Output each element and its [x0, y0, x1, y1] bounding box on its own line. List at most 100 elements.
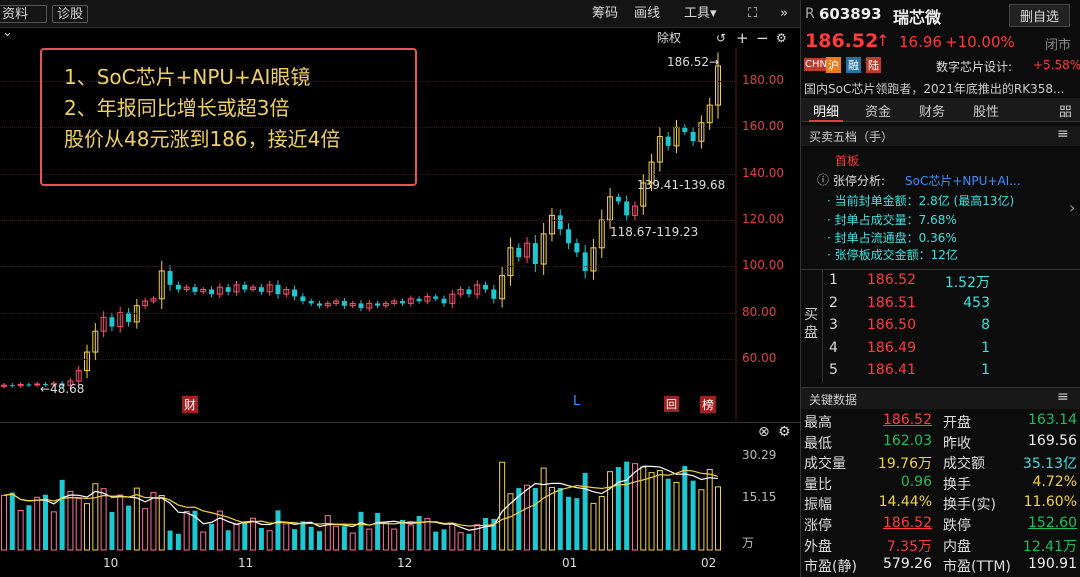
candle-body[interactable]	[109, 317, 115, 327]
financial-event-badge[interactable]: 财	[182, 396, 199, 413]
candle-body[interactable]	[358, 303, 364, 309]
detail-seal-float: · 封单占流通盘：0.36%	[827, 231, 957, 245]
bid-level[interactable]: 4	[829, 340, 838, 356]
candle-body[interactable]	[491, 289, 497, 299]
candle-body[interactable]	[292, 289, 298, 297]
candle-body[interactable]	[690, 131, 696, 142]
zoom-out-icon[interactable]: −	[756, 28, 769, 48]
volume-bar	[624, 461, 630, 550]
candle-body[interactable]	[300, 296, 306, 302]
l-event-badge[interactable]: L	[573, 394, 580, 409]
candle-body[interactable]	[400, 301, 406, 304]
candle-body[interactable]	[516, 247, 522, 258]
volume-bar	[524, 484, 531, 551]
volume-bar	[300, 521, 306, 550]
volume-bar	[698, 489, 705, 551]
grid-icon[interactable]: 㗊	[1059, 101, 1072, 120]
bid-level[interactable]: 3	[829, 317, 838, 333]
volume-bar	[324, 515, 331, 551]
bid-price[interactable]: 186.50	[867, 317, 916, 333]
news-ticker[interactable]: 国内SoC芯片领跑者，2021年底推出的RK358...	[804, 80, 1080, 97]
key-label: 最低	[804, 435, 832, 452]
candle-body[interactable]	[341, 301, 347, 306]
candle-body[interactable]	[242, 284, 248, 290]
buyback-event-badge[interactable]: 回	[664, 396, 679, 412]
tab-detail[interactable]: 明细	[809, 101, 844, 122]
candle-body[interactable]	[441, 298, 447, 304]
candle-body[interactable]	[466, 289, 472, 295]
diagnose-button[interactable]: 诊股	[52, 5, 89, 23]
collapse-icon[interactable]: »	[776, 5, 792, 23]
y-tick-label: 100.00	[742, 258, 784, 273]
candle-body[interactable]	[26, 384, 32, 386]
bid-price[interactable]: 186.41	[867, 362, 916, 378]
nav-chevron-icon[interactable]: ›	[1069, 198, 1075, 217]
volume-bar	[466, 533, 472, 550]
zoom-in-icon[interactable]: +	[736, 28, 749, 48]
x-label-nov: 11	[238, 556, 254, 570]
candle-body[interactable]	[192, 287, 198, 292]
bid-volume[interactable]: 1	[981, 362, 990, 378]
draw-line-button[interactable]: 画线	[630, 5, 664, 23]
sector-label[interactable]: 数字芯片设计:	[936, 58, 1012, 75]
info-tab[interactable]: 资料 ⌄	[0, 5, 47, 40]
candle-body[interactable]	[167, 270, 173, 285]
candle-body[interactable]	[308, 301, 314, 304]
volume-bar	[158, 495, 165, 551]
candle-body[interactable]	[615, 196, 621, 202]
candle-body[interactable]	[225, 287, 231, 292]
volume-bar	[84, 503, 91, 551]
candle-body[interactable]	[532, 243, 538, 265]
bid-volume[interactable]: 453	[963, 295, 990, 311]
candle-body[interactable]	[416, 298, 422, 302]
settings-icon[interactable]: ⚙	[776, 28, 787, 48]
chips-button[interactable]: 筹码	[588, 5, 622, 23]
candle-body[interactable]	[275, 284, 281, 295]
tab-capital[interactable]: 资金	[865, 101, 891, 120]
tab-stock-nature[interactable]: 股性	[973, 101, 999, 120]
bid-level[interactable]: 5	[829, 362, 838, 378]
y-tick-label: 60.00	[742, 351, 777, 365]
adjust-button[interactable]: 除权	[657, 28, 681, 48]
rank-event-badge[interactable]: 榜	[700, 396, 717, 413]
candle-body[interactable]	[175, 284, 181, 290]
bid-level[interactable]: 2	[829, 295, 838, 311]
bid-volume[interactable]: 1.52万	[945, 272, 990, 292]
candle-body[interactable]	[624, 201, 630, 216]
orderbook-menu-icon[interactable]: ≡	[1057, 126, 1069, 142]
candle-body[interactable]	[574, 243, 580, 253]
candle-body[interactable]	[9, 385, 15, 387]
candle-body[interactable]	[126, 312, 132, 322]
bid-level[interactable]: 1	[829, 272, 838, 288]
bid-price[interactable]: 186.52	[867, 272, 916, 288]
candle-body[interactable]	[34, 383, 41, 386]
candle-body[interactable]	[433, 296, 439, 299]
expand-icon[interactable]: ⛶	[744, 5, 761, 23]
candle-body[interactable]	[582, 252, 588, 271]
keydata-menu-icon[interactable]: ≡	[1057, 389, 1069, 405]
bid-volume[interactable]: 1	[981, 340, 990, 356]
volume-bar	[424, 518, 431, 551]
candle-body[interactable]	[258, 287, 264, 292]
candle-body[interactable]	[557, 215, 563, 230]
bid-volume[interactable]: 8	[981, 317, 990, 333]
volume-chart[interactable]: ⊗ ⚙ 30.29 15.15 万 10 11 12 01 02	[0, 422, 800, 577]
key-value: 169.56	[1028, 432, 1077, 449]
tab-finance[interactable]: 财务	[919, 101, 945, 120]
bid-price[interactable]: 186.51	[867, 295, 916, 311]
volume-bar	[532, 488, 538, 550]
candle-body[interactable]	[483, 284, 489, 290]
undo-icon[interactable]: ↺	[716, 28, 726, 48]
volume-bar	[631, 463, 638, 551]
candle-body[interactable]	[316, 303, 322, 306]
tools-menu[interactable]: 工具▾	[680, 5, 721, 23]
candle-body[interactable]	[566, 229, 572, 244]
bid-price[interactable]: 186.49	[867, 340, 916, 356]
candle-body[interactable]	[665, 136, 671, 146]
grid-line	[0, 359, 735, 360]
remove-watchlist-button[interactable]: 删自选	[1009, 4, 1071, 27]
volume-bar	[1, 494, 7, 551]
candle-body[interactable]	[375, 303, 381, 306]
limit-analysis-text[interactable]: SoC芯片+NPU+AI...	[905, 172, 1021, 189]
candle-body[interactable]	[209, 289, 215, 295]
